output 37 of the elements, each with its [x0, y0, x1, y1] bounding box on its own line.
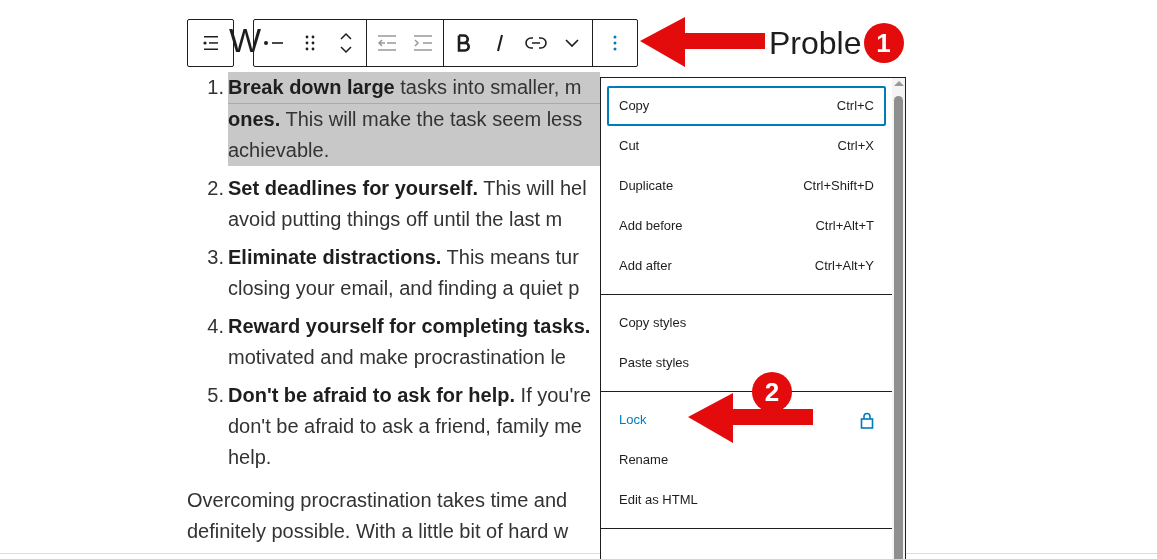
shortcut-text: Ctrl+Alt+Y — [814, 257, 874, 276]
menu-item[interactable]: Add after Ctrl+Alt+Y — [607, 246, 886, 286]
list-item-text: help. — [228, 445, 273, 470]
scroll-up-arrow-icon[interactable] — [893, 80, 904, 86]
list-item-text: avoid putting things off until the last m — [228, 207, 564, 232]
list-item-text: don't be afraid to ask a friend, family me — [228, 414, 583, 439]
shortcut-text: Ctrl+C — [836, 97, 874, 116]
lock-icon — [860, 411, 874, 429]
menu-item[interactable]: Duplicate Ctrl+Shift+D — [607, 166, 886, 206]
list-item-text: Don't be afraid to ask for help. If you're — [228, 383, 592, 408]
list-number: 5. — [206, 383, 225, 408]
menu-item[interactable]: Copy styles — [607, 303, 886, 343]
step-number-badge: 1 — [863, 23, 904, 63]
menu-item[interactable]: Rename — [607, 440, 886, 480]
paragraph-text: definitely possible. With a little bit of hard w — [187, 519, 570, 544]
list-item-text: achievable. — [228, 135, 600, 166]
list-item-text: closing your email, and finding a quiet p — [228, 276, 580, 301]
list-item-text: Set deadlines for yourself. This will hel — [228, 176, 587, 201]
list-number: 2. — [206, 176, 225, 201]
shortcut-text: Ctrl+Shift+D — [803, 177, 874, 196]
heading-text: Proble — [769, 23, 862, 63]
list-item-text: Break down large tasks into smaller, m — [228, 72, 600, 104]
menu-item[interactable]: Add before Ctrl+Alt+T — [607, 206, 886, 246]
paragraph-text: Overcoming procrastination takes time and — [187, 488, 569, 513]
list-item-text: motivated and make procrastination le — [228, 345, 567, 370]
list-number: 1. — [206, 75, 225, 100]
list-item-text: ones. This will make the task seem less — [228, 104, 600, 135]
list-item-text: Eliminate distractions. This means tur — [228, 245, 580, 270]
scrollbar-thumb[interactable] — [894, 96, 903, 559]
menu-item[interactable]: Edit as HTML — [607, 480, 886, 520]
shortcut-text: Ctrl+X — [837, 137, 874, 156]
menu-item[interactable]: Copy Ctrl+C — [607, 86, 886, 126]
menu-item[interactable]: Cut Ctrl+X — [607, 126, 886, 166]
list-number: 4. — [206, 314, 225, 339]
list-item-text: Reward yourself for completing tasks. — [228, 314, 591, 339]
list-number: 3. — [206, 245, 225, 270]
shortcut-text: Ctrl+Alt+T — [815, 217, 874, 236]
